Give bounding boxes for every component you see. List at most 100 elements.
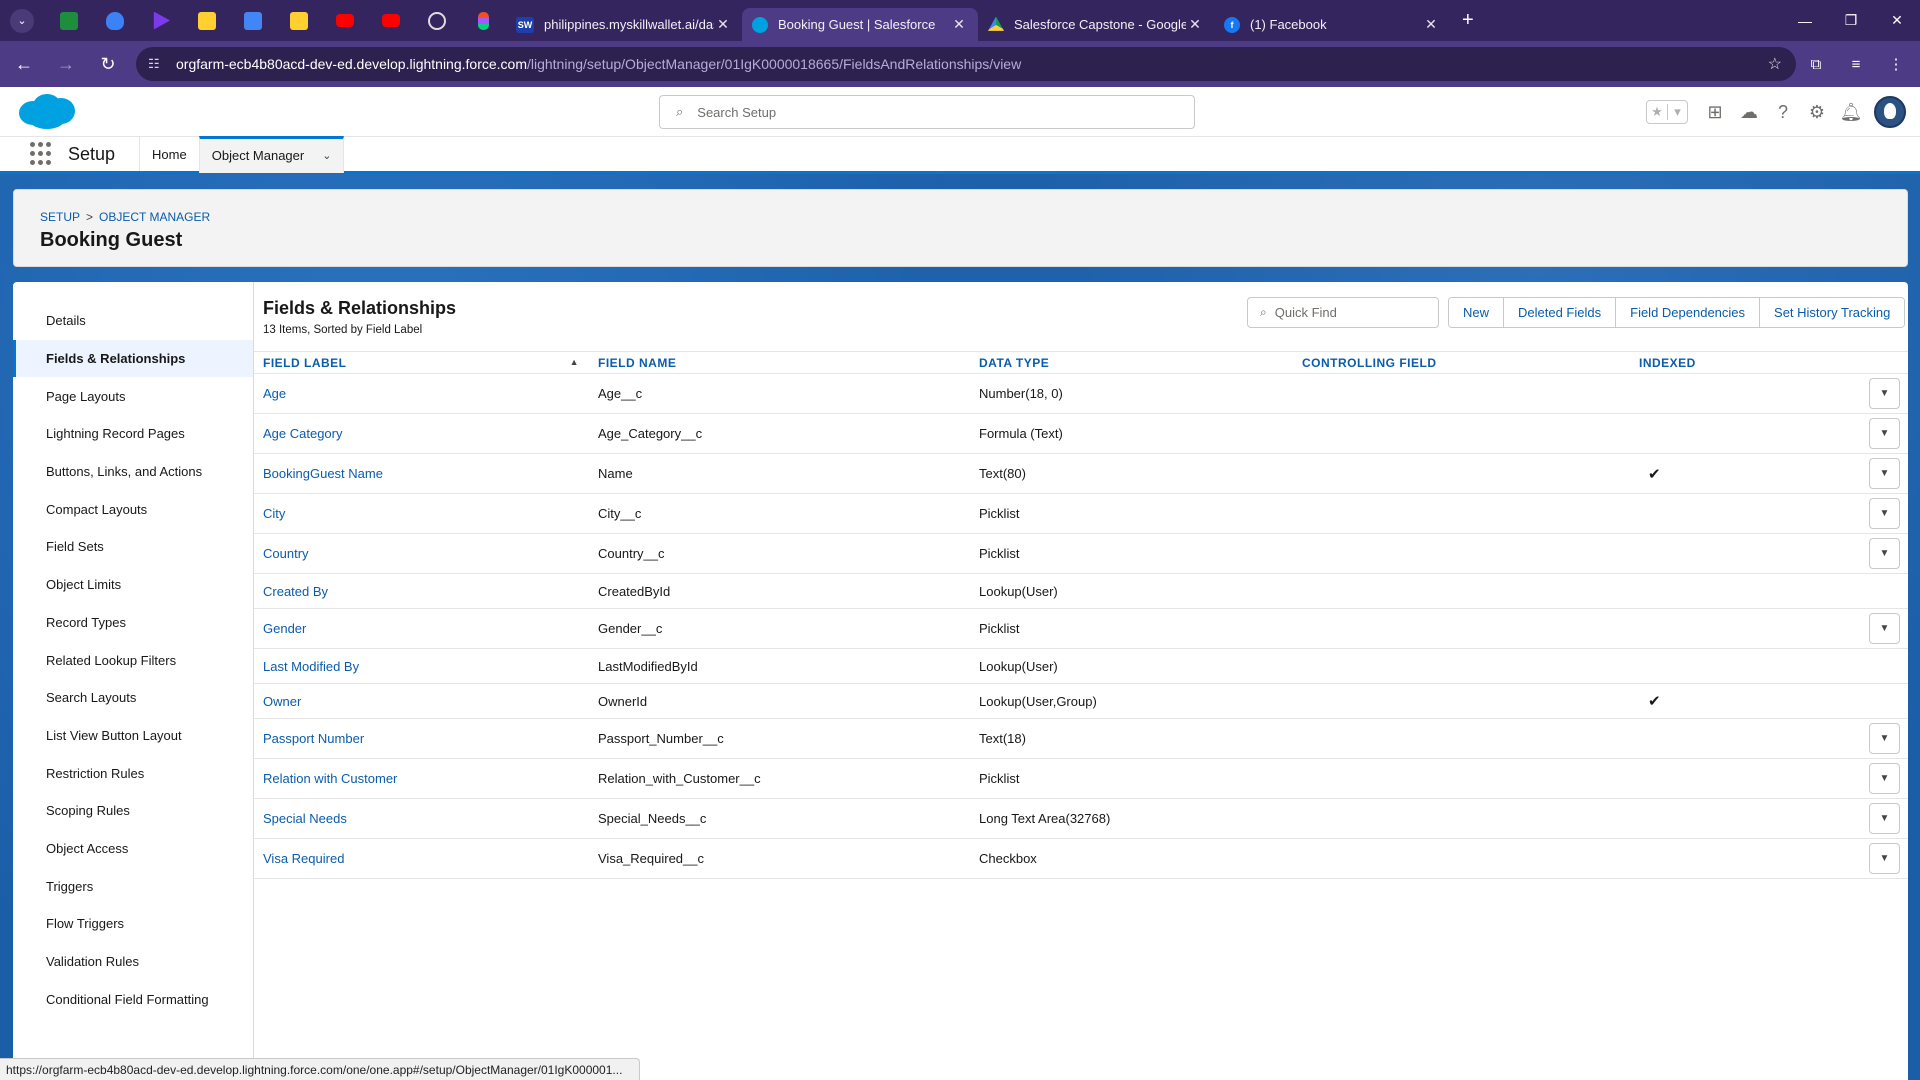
chevron-down-icon[interactable]: ⌄ <box>322 149 331 162</box>
close-icon[interactable]: ✕ <box>950 16 968 33</box>
row-actions-menu-button[interactable]: ▼ <box>1869 538 1900 569</box>
extensions-icon[interactable]: ⧉ <box>1796 56 1836 73</box>
sidebar-item[interactable]: Details <box>13 302 253 340</box>
pinned-tab-miro-1[interactable] <box>184 0 230 41</box>
media-control-icon[interactable]: ≡ <box>1836 56 1876 73</box>
new-tab-icon[interactable]: + <box>1462 9 1474 32</box>
row-actions-menu-button[interactable]: ▼ <box>1869 723 1900 754</box>
favorites-list-icon[interactable]: ▾ <box>1667 104 1687 120</box>
sidebar-item[interactable]: Conditional Field Formatting <box>13 980 253 1018</box>
breadcrumb-object-manager[interactable]: Object Manager <box>99 210 210 224</box>
tab-facebook[interactable]: f (1) Facebook ✕ <box>1214 8 1450 41</box>
column-header-controlling-field[interactable]: CONTROLLING FIELD <box>1293 351 1630 374</box>
sidebar-item[interactable]: Search Layouts <box>13 679 253 717</box>
column-header-indexed[interactable]: INDEXED <box>1630 351 1908 374</box>
sidebar-item[interactable]: Lightning Record Pages <box>13 415 253 453</box>
sidebar-item[interactable]: Triggers <box>13 867 253 905</box>
field-label-link[interactable]: Created By <box>263 584 328 599</box>
global-create-icon[interactable]: ⊞ <box>1698 102 1732 123</box>
pinned-tab-youtube-1[interactable] <box>322 0 368 41</box>
site-info-icon[interactable]: ☷ <box>148 56 168 72</box>
column-header-field-name[interactable]: FIELD NAME <box>589 351 970 374</box>
sidebar-item[interactable]: Related Lookup Filters <box>13 641 253 679</box>
row-actions-menu-button[interactable]: ▼ <box>1869 378 1900 409</box>
browser-menu-icon[interactable]: ⋮ <box>1876 55 1916 73</box>
row-actions-menu-button[interactable]: ▼ <box>1869 498 1900 529</box>
minimize-icon[interactable]: — <box>1782 0 1828 41</box>
sidebar-item[interactable]: Compact Layouts <box>13 490 253 528</box>
nav-tab-home[interactable]: Home <box>139 137 199 171</box>
sidebar-item[interactable]: Fields & Relationships <box>13 339 253 378</box>
breadcrumb-setup[interactable]: Setup <box>40 210 80 224</box>
pinned-tab-miro-2[interactable] <box>276 0 322 41</box>
field-dependencies-button[interactable]: Field Dependencies <box>1616 298 1761 327</box>
pinned-tab-youtube-2[interactable] <box>368 0 414 41</box>
tab-search-chevron-icon[interactable]: ⌄ <box>10 8 34 33</box>
tab-skillwallet[interactable]: SW philippines.myskillwallet.ai/das ✕ <box>506 8 742 41</box>
app-launcher-icon[interactable] <box>30 142 54 166</box>
set-history-tracking-button[interactable]: Set History Tracking <box>1760 298 1905 327</box>
sidebar-item[interactable]: Validation Rules <box>13 943 253 981</box>
sidebar-item[interactable]: Restriction Rules <box>13 754 253 792</box>
field-label-link[interactable]: Gender <box>263 621 306 636</box>
close-window-icon[interactable]: ✕ <box>1874 0 1920 41</box>
sidebar-item[interactable]: Record Types <box>13 604 253 642</box>
column-header-field-label[interactable]: FIELD LABEL ▲ <box>254 351 589 374</box>
sidebar-item[interactable]: Object Limits <box>13 566 253 604</box>
tab-google-drive[interactable]: Salesforce Capstone - Google D ✕ <box>978 8 1214 41</box>
sort-ascending-icon[interactable]: ▲ <box>570 357 579 367</box>
field-label-link[interactable]: Owner <box>263 694 301 709</box>
bookmark-star-icon[interactable]: ☆ <box>1768 54 1782 74</box>
field-label-link[interactable]: Passport Number <box>263 731 364 746</box>
field-label-link[interactable]: Age Category <box>263 426 343 441</box>
pinned-tab-docs[interactable] <box>230 0 276 41</box>
sidebar-item[interactable]: Field Sets <box>13 528 253 566</box>
reload-icon[interactable]: ↻ <box>90 46 126 82</box>
field-label-link[interactable]: Relation with Customer <box>263 771 397 786</box>
field-label-link[interactable]: BookingGuest Name <box>263 466 383 481</box>
sidebar-item[interactable]: Page Layouts <box>13 377 253 415</box>
field-label-link[interactable]: Visa Required <box>263 851 344 866</box>
sidebar-item[interactable]: Flow Triggers <box>13 905 253 943</box>
sidebar-item[interactable]: Buttons, Links, and Actions <box>13 453 253 491</box>
gear-icon[interactable]: ⚙ <box>1800 102 1834 123</box>
pinned-tab-figma[interactable] <box>460 0 506 41</box>
forward-icon[interactable]: → <box>48 46 84 82</box>
pinned-tab-globe[interactable] <box>414 0 460 41</box>
column-header-data-type[interactable]: DATA TYPE <box>970 351 1293 374</box>
search-setup-input[interactable]: ⌕ Search Setup <box>659 95 1195 129</box>
deleted-fields-button[interactable]: Deleted Fields <box>1504 298 1617 327</box>
tab-booking-guest[interactable]: Booking Guest | Salesforce ✕ <box>742 8 978 41</box>
back-icon[interactable]: ← <box>6 46 42 82</box>
sidebar-item[interactable]: Object Access <box>13 830 253 868</box>
trailhead-icon[interactable]: ☁ <box>1732 102 1766 123</box>
field-label-link[interactable]: Age <box>263 386 286 401</box>
field-label-link[interactable]: Special Needs <box>263 811 347 826</box>
nav-tab-object-manager[interactable]: Object Manager ⌄ <box>198 135 345 173</box>
row-actions-menu-button[interactable]: ▼ <box>1869 458 1900 489</box>
notifications-bell-icon[interactable]: 🔔︎ <box>1834 102 1868 123</box>
field-label-link[interactable]: Last Modified By <box>263 659 359 674</box>
quick-find-input[interactable]: ⌕ Quick Find <box>1247 297 1439 328</box>
new-button[interactable]: New <box>1449 298 1505 327</box>
close-icon[interactable]: ✕ <box>1422 16 1440 33</box>
row-actions-menu-button[interactable]: ▼ <box>1869 613 1900 644</box>
pinned-tab-shield[interactable] <box>92 0 138 41</box>
row-actions-menu-button[interactable]: ▼ <box>1869 803 1900 834</box>
field-label-link[interactable]: Country <box>263 546 309 561</box>
pinned-tab-play[interactable] <box>138 0 184 41</box>
help-icon[interactable]: ? <box>1766 102 1800 123</box>
restore-icon[interactable]: ❐ <box>1828 0 1874 41</box>
salesforce-logo[interactable] <box>17 91 77 131</box>
favorites-star-icon[interactable]: ★ <box>1647 104 1667 120</box>
row-actions-menu-button[interactable]: ▼ <box>1869 418 1900 449</box>
pinned-tab-sheets[interactable] <box>46 0 92 41</box>
url-field[interactable]: ☷ orgfarm-ecb4b80acd-dev-ed.develop.ligh… <box>136 47 1796 81</box>
sidebar-item[interactable]: List View Button Layout <box>13 717 253 755</box>
avatar[interactable] <box>1874 96 1906 128</box>
sidebar-item[interactable]: Scoping Rules <box>13 792 253 830</box>
row-actions-menu-button[interactable]: ▼ <box>1869 763 1900 794</box>
close-icon[interactable]: ✕ <box>1186 16 1204 33</box>
close-icon[interactable]: ✕ <box>714 16 732 33</box>
field-label-link[interactable]: City <box>263 506 285 521</box>
